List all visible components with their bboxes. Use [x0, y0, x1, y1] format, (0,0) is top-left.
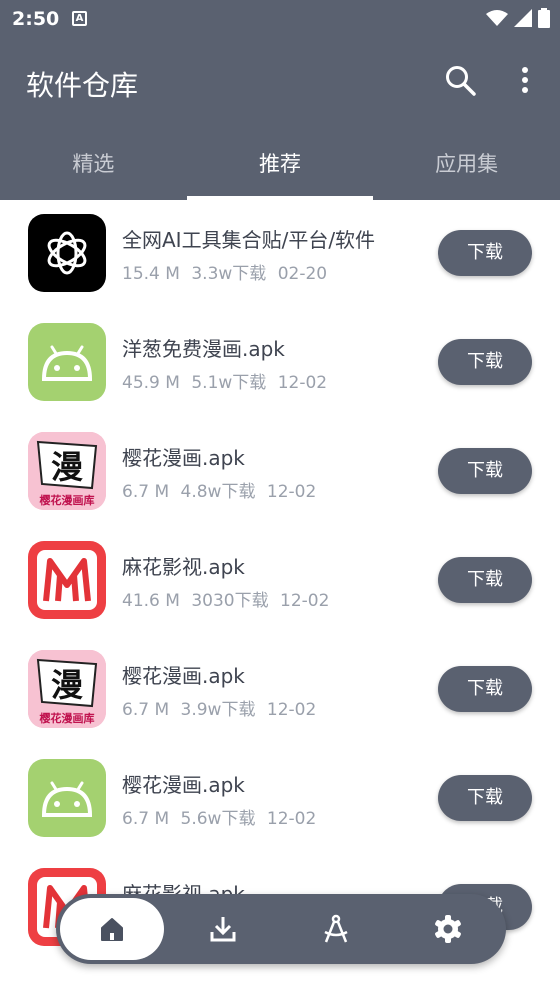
app-date: 12-02	[277, 373, 328, 393]
app-downloads: 5.6w下载	[180, 809, 256, 829]
app-meta: 6.7 M 4.8w下载 12-02	[122, 477, 322, 502]
nav-settings[interactable]	[396, 898, 500, 960]
signal-icon	[514, 9, 532, 27]
nav-downloads[interactable]	[171, 898, 275, 960]
app-downloads: 3030下载	[191, 591, 269, 611]
download-button[interactable]: 下载	[438, 448, 532, 494]
app-bar: 软件仓库	[0, 40, 560, 128]
status-bar: 2:50 A	[0, 0, 560, 40]
app-downloads: 3.3w下载	[191, 264, 267, 284]
app-date: 12-02	[266, 809, 317, 829]
page-title: 软件仓库	[26, 69, 139, 102]
download-button[interactable]: 下载	[438, 775, 532, 821]
list-item[interactable]: 麻花影视.apk 41.6 M 3030下载 12-02 下载	[0, 527, 560, 636]
app-downloads: 4.8w下载	[180, 482, 256, 502]
app-size: 41.6 M	[122, 591, 180, 611]
tab-bar: 精选 推荐 应用集	[0, 128, 560, 200]
app-size: 6.7 M	[122, 809, 170, 829]
system-icons	[486, 8, 550, 28]
notification-icon: A	[72, 11, 87, 26]
tab-recommended[interactable]: 推荐	[186, 128, 374, 200]
android-icon	[28, 323, 106, 401]
download-button[interactable]: 下载	[438, 230, 532, 276]
app-size: 6.7 M	[122, 700, 170, 720]
app-meta: 6.7 M 3.9w下载 12-02	[122, 695, 322, 720]
app-meta: 15.4 M 3.3w下载 02-20	[122, 259, 333, 284]
app-date: 12-02	[266, 700, 317, 720]
download-button[interactable]: 下载	[438, 557, 532, 603]
wifi-icon	[486, 10, 508, 26]
settings-icon	[435, 915, 461, 943]
icon-caption: 樱花漫画库	[40, 493, 95, 507]
list-item[interactable]: 洋葱免费漫画.apk 45.9 M 5.1w下载 12-02 下载	[0, 309, 560, 418]
app-downloads: 5.1w下载	[191, 373, 267, 393]
download-icon	[210, 917, 236, 942]
nav-tools[interactable]	[284, 898, 388, 960]
app-name: 樱花漫画.apk	[122, 664, 245, 688]
bottom-navigation	[56, 894, 506, 964]
app-meta: 41.6 M 3030下载 12-02	[122, 586, 335, 611]
tab-collections[interactable]: 应用集	[373, 128, 560, 200]
app-name: 麻花影视.apk	[122, 555, 245, 579]
icon-glyph: 漫	[51, 448, 83, 486]
sakura-manga-icon: 漫 樱花漫画库	[28, 650, 106, 728]
search-icon[interactable]	[444, 64, 478, 98]
battery-icon	[538, 8, 550, 28]
mahua-icon	[28, 541, 106, 619]
list-item[interactable]: 樱花漫画.apk 6.7 M 5.6w下载 12-02 下载	[0, 745, 560, 854]
download-button[interactable]: 下载	[438, 666, 532, 712]
home-icon	[101, 918, 123, 941]
icon-glyph: 漫	[51, 666, 83, 704]
icon-caption: 樱花漫画库	[40, 711, 95, 725]
app-downloads: 3.9w下载	[180, 700, 256, 720]
app-name: 全网AI工具集合贴/平台/软件	[122, 228, 376, 252]
status-time: 2:50	[12, 8, 60, 30]
list-item[interactable]: 漫 樱花漫画库 樱花漫画.apk 6.7 M 4.8w下载 12-02 下载	[0, 418, 560, 527]
list-item[interactable]: 漫 樱花漫画库 樱花漫画.apk 6.7 M 3.9w下载 12-02 下载	[0, 636, 560, 745]
more-options-icon[interactable]	[510, 62, 540, 98]
nav-home[interactable]	[60, 898, 164, 960]
app-meta: 45.9 M 5.1w下载 12-02	[122, 368, 333, 393]
download-button[interactable]: 下载	[438, 339, 532, 385]
compass-tool-icon	[324, 914, 348, 943]
sakura-manga-icon: 漫 樱花漫画库	[28, 432, 106, 510]
tab-featured[interactable]: 精选	[0, 128, 187, 200]
app-name: 樱花漫画.apk	[122, 446, 245, 470]
app-date: 12-02	[280, 591, 330, 611]
app-meta: 6.7 M 5.6w下载 12-02	[122, 804, 322, 829]
app-list: 全网AI工具集合贴/平台/软件 15.4 M 3.3w下载 02-20 下载 洋…	[0, 200, 560, 963]
app-name: 洋葱免费漫画.apk	[122, 337, 285, 361]
app-name: 樱花漫画.apk	[122, 773, 245, 797]
list-item[interactable]: 全网AI工具集合贴/平台/软件 15.4 M 3.3w下载 02-20 下载	[0, 200, 560, 309]
android-icon	[28, 759, 106, 837]
openai-icon	[28, 214, 106, 292]
app-size: 45.9 M	[122, 373, 180, 393]
app-size: 15.4 M	[122, 264, 180, 284]
app-date: 12-02	[266, 482, 317, 502]
app-date: 02-20	[277, 264, 328, 284]
app-size: 6.7 M	[122, 482, 170, 502]
